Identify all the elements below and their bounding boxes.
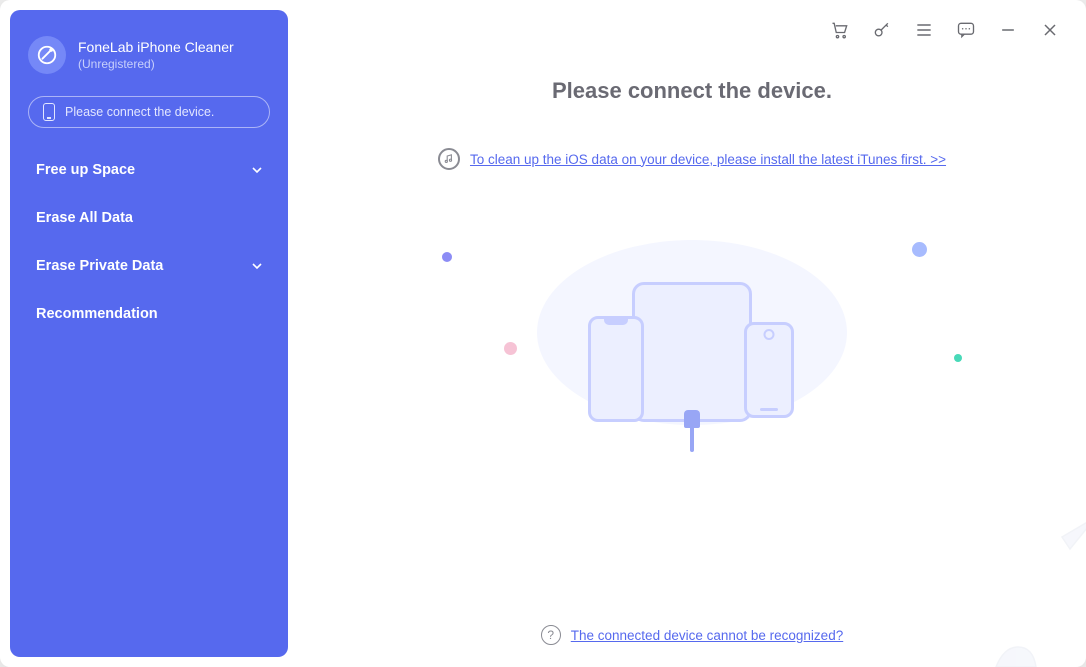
- minimize-icon[interactable]: [998, 20, 1018, 40]
- content: Please connect the device. To clean up t…: [298, 0, 1086, 667]
- nav-free-up-space[interactable]: Free up Space: [10, 146, 288, 194]
- phone-outline-icon: [43, 103, 55, 121]
- app-logo-icon: [28, 36, 66, 74]
- chevron-down-icon: [252, 165, 262, 175]
- main-panel: Please connect the device. To clean up t…: [298, 0, 1086, 667]
- feedback-icon[interactable]: [956, 20, 976, 40]
- devices-illustration: [492, 230, 892, 490]
- tablet-outline: [632, 282, 752, 422]
- app-subtitle: (Unregistered): [78, 57, 234, 71]
- connect-device-label: Please connect the device.: [65, 105, 214, 119]
- nav-erase-all-data[interactable]: Erase All Data: [10, 194, 288, 242]
- nav-label: Recommendation: [36, 306, 158, 322]
- key-icon[interactable]: [872, 20, 892, 40]
- cart-icon[interactable]: [830, 20, 850, 40]
- chevron-down-icon: [252, 261, 262, 271]
- close-icon[interactable]: [1040, 20, 1060, 40]
- dot-decor: [442, 252, 452, 262]
- footer-link-row: ? The connected device cannot be recogni…: [541, 625, 843, 645]
- nav-recommendation[interactable]: Recommendation: [10, 290, 288, 338]
- itunes-row: To clean up the iOS data on your device,…: [438, 148, 946, 170]
- nav-erase-private-data[interactable]: Erase Private Data: [10, 242, 288, 290]
- sidebar: FoneLab iPhone Cleaner (Unregistered) Pl…: [10, 10, 288, 657]
- menu-icon[interactable]: [914, 20, 934, 40]
- dot-decor: [504, 342, 517, 355]
- nav-label: Erase All Data: [36, 210, 133, 226]
- sidebar-nav: Free up Space Erase All Data Erase Priva…: [10, 146, 288, 338]
- dot-decor: [912, 242, 927, 257]
- connect-device-pill[interactable]: Please connect the device.: [28, 96, 270, 128]
- brand-block: FoneLab iPhone Cleaner (Unregistered): [10, 26, 288, 88]
- page-heading: Please connect the device.: [552, 78, 832, 104]
- question-icon: ?: [541, 625, 561, 645]
- app-window: FoneLab iPhone Cleaner (Unregistered) Pl…: [0, 0, 1086, 667]
- titlebar: [830, 20, 1060, 40]
- install-itunes-link[interactable]: To clean up the iOS data on your device,…: [470, 152, 946, 167]
- usb-cable: [684, 410, 700, 444]
- app-title: FoneLab iPhone Cleaner: [78, 39, 234, 55]
- nav-label: Free up Space: [36, 162, 135, 178]
- nav-label: Erase Private Data: [36, 258, 163, 274]
- iphone-outline: [588, 316, 644, 422]
- dot-decor: [954, 354, 962, 362]
- itunes-icon: [438, 148, 460, 170]
- iphone-outline-small: [744, 322, 794, 418]
- device-not-recognized-link[interactable]: The connected device cannot be recognize…: [571, 628, 843, 643]
